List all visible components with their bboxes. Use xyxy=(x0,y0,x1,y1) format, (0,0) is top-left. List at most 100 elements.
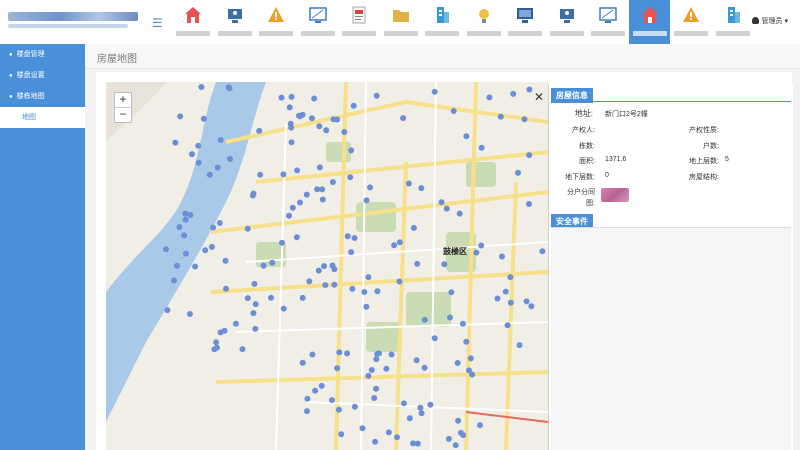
house-marker[interactable] xyxy=(192,263,199,270)
house-marker[interactable] xyxy=(478,242,485,249)
house-marker[interactable] xyxy=(391,242,398,249)
house-marker[interactable] xyxy=(457,429,464,436)
house-marker[interactable] xyxy=(400,400,407,407)
house-marker[interactable] xyxy=(257,171,264,178)
house-marker[interactable] xyxy=(256,127,263,134)
sidebar-item-building-management[interactable]: ● 楼盘管理 xyxy=(0,44,85,65)
house-marker[interactable] xyxy=(217,329,224,336)
house-marker[interactable] xyxy=(361,289,368,295)
house-marker[interactable] xyxy=(186,311,193,317)
house-marker[interactable] xyxy=(396,239,403,246)
house-marker[interactable] xyxy=(216,220,223,226)
house-marker[interactable] xyxy=(473,249,480,256)
nav-item-10[interactable] xyxy=(546,0,588,44)
house-marker[interactable] xyxy=(526,152,533,159)
house-marker[interactable] xyxy=(232,320,239,327)
house-marker[interactable] xyxy=(372,438,379,445)
house-marker[interactable] xyxy=(252,325,259,332)
house-marker[interactable] xyxy=(294,167,301,174)
house-marker[interactable] xyxy=(213,344,220,351)
house-marker[interactable] xyxy=(431,335,438,342)
house-marker[interactable] xyxy=(226,85,233,92)
house-marker[interactable] xyxy=(213,339,220,346)
house-marker[interactable] xyxy=(171,277,177,284)
house-marker[interactable] xyxy=(319,196,326,203)
house-marker[interactable] xyxy=(206,171,213,178)
house-marker[interactable] xyxy=(174,262,180,269)
house-marker[interactable] xyxy=(383,365,390,372)
house-marker[interactable] xyxy=(195,142,202,149)
house-marker[interactable] xyxy=(318,382,325,389)
house-marker[interactable] xyxy=(214,164,221,171)
house-marker[interactable] xyxy=(467,355,474,362)
house-marker[interactable] xyxy=(348,249,355,256)
house-marker[interactable] xyxy=(373,92,380,99)
house-marker[interactable] xyxy=(181,232,188,239)
house-marker[interactable] xyxy=(365,274,372,281)
zoom-in-button[interactable]: + xyxy=(115,93,131,107)
house-marker[interactable] xyxy=(499,253,505,260)
nav-item-1[interactable] xyxy=(172,0,214,44)
house-marker[interactable] xyxy=(421,364,428,371)
house-marker[interactable] xyxy=(182,210,189,217)
house-marker[interactable] xyxy=(374,288,381,295)
house-marker[interactable] xyxy=(200,115,207,122)
house-marker[interactable] xyxy=(456,210,463,217)
house-marker[interactable] xyxy=(504,322,511,329)
house-marker[interactable] xyxy=(445,435,452,442)
house-marker[interactable] xyxy=(351,403,358,410)
house-marker[interactable] xyxy=(269,259,276,266)
house-marker[interactable] xyxy=(521,116,528,123)
house-marker[interactable] xyxy=(414,440,421,447)
house-marker[interactable] xyxy=(455,417,462,424)
house-marker[interactable] xyxy=(329,179,336,186)
house-marker[interactable] xyxy=(336,349,343,356)
house-marker[interactable] xyxy=(410,224,417,231)
house-marker[interactable] xyxy=(447,314,453,321)
house-marker[interactable] xyxy=(526,201,532,207)
house-marker[interactable] xyxy=(309,115,315,122)
nav-item-9[interactable] xyxy=(504,0,546,44)
house-marker[interactable] xyxy=(431,88,438,95)
house-marker[interactable] xyxy=(515,169,521,176)
nav-item-13[interactable] xyxy=(670,0,712,44)
house-marker[interactable] xyxy=(418,185,425,192)
sidebar-item-map[interactable]: 地图 xyxy=(0,107,85,128)
house-marker[interactable] xyxy=(334,365,341,372)
house-marker[interactable] xyxy=(539,248,546,255)
house-marker[interactable] xyxy=(329,397,335,404)
house-marker[interactable] xyxy=(497,113,504,120)
house-marker[interactable] xyxy=(177,113,184,120)
house-marker[interactable] xyxy=(413,357,420,364)
house-marker[interactable] xyxy=(421,316,428,323)
close-icon[interactable]: ✕ xyxy=(534,90,544,104)
house-marker[interactable] xyxy=(250,310,257,317)
house-marker[interactable] xyxy=(417,404,424,411)
house-marker[interactable] xyxy=(463,338,470,345)
house-marker[interactable] xyxy=(523,298,530,305)
house-marker[interactable] xyxy=(260,262,267,269)
house-marker[interactable] xyxy=(286,104,293,111)
house-marker[interactable] xyxy=(172,139,179,146)
nav-item-2[interactable] xyxy=(214,0,256,44)
zoom-out-button[interactable]: − xyxy=(115,107,131,122)
nav-item-8[interactable] xyxy=(463,0,505,44)
nav-item-7[interactable] xyxy=(421,0,463,44)
house-marker[interactable] xyxy=(463,133,470,140)
house-marker[interactable] xyxy=(385,429,392,436)
house-marker[interactable] xyxy=(394,434,400,441)
house-marker[interactable] xyxy=(452,442,459,449)
house-marker[interactable] xyxy=(293,234,300,241)
house-marker[interactable] xyxy=(338,431,345,438)
house-marker[interactable] xyxy=(344,233,351,240)
house-marker[interactable] xyxy=(316,164,323,171)
house-marker[interactable] xyxy=(348,147,355,154)
house-marker[interactable] xyxy=(502,288,509,295)
house-marker[interactable] xyxy=(314,186,321,193)
house-marker[interactable] xyxy=(244,295,251,302)
house-marker[interactable] xyxy=(329,262,336,269)
house-marker[interactable] xyxy=(297,113,303,120)
house-marker[interactable] xyxy=(373,356,380,363)
house-marker[interactable] xyxy=(239,346,246,353)
menu-toggle-icon[interactable]: ☰ xyxy=(152,16,163,30)
